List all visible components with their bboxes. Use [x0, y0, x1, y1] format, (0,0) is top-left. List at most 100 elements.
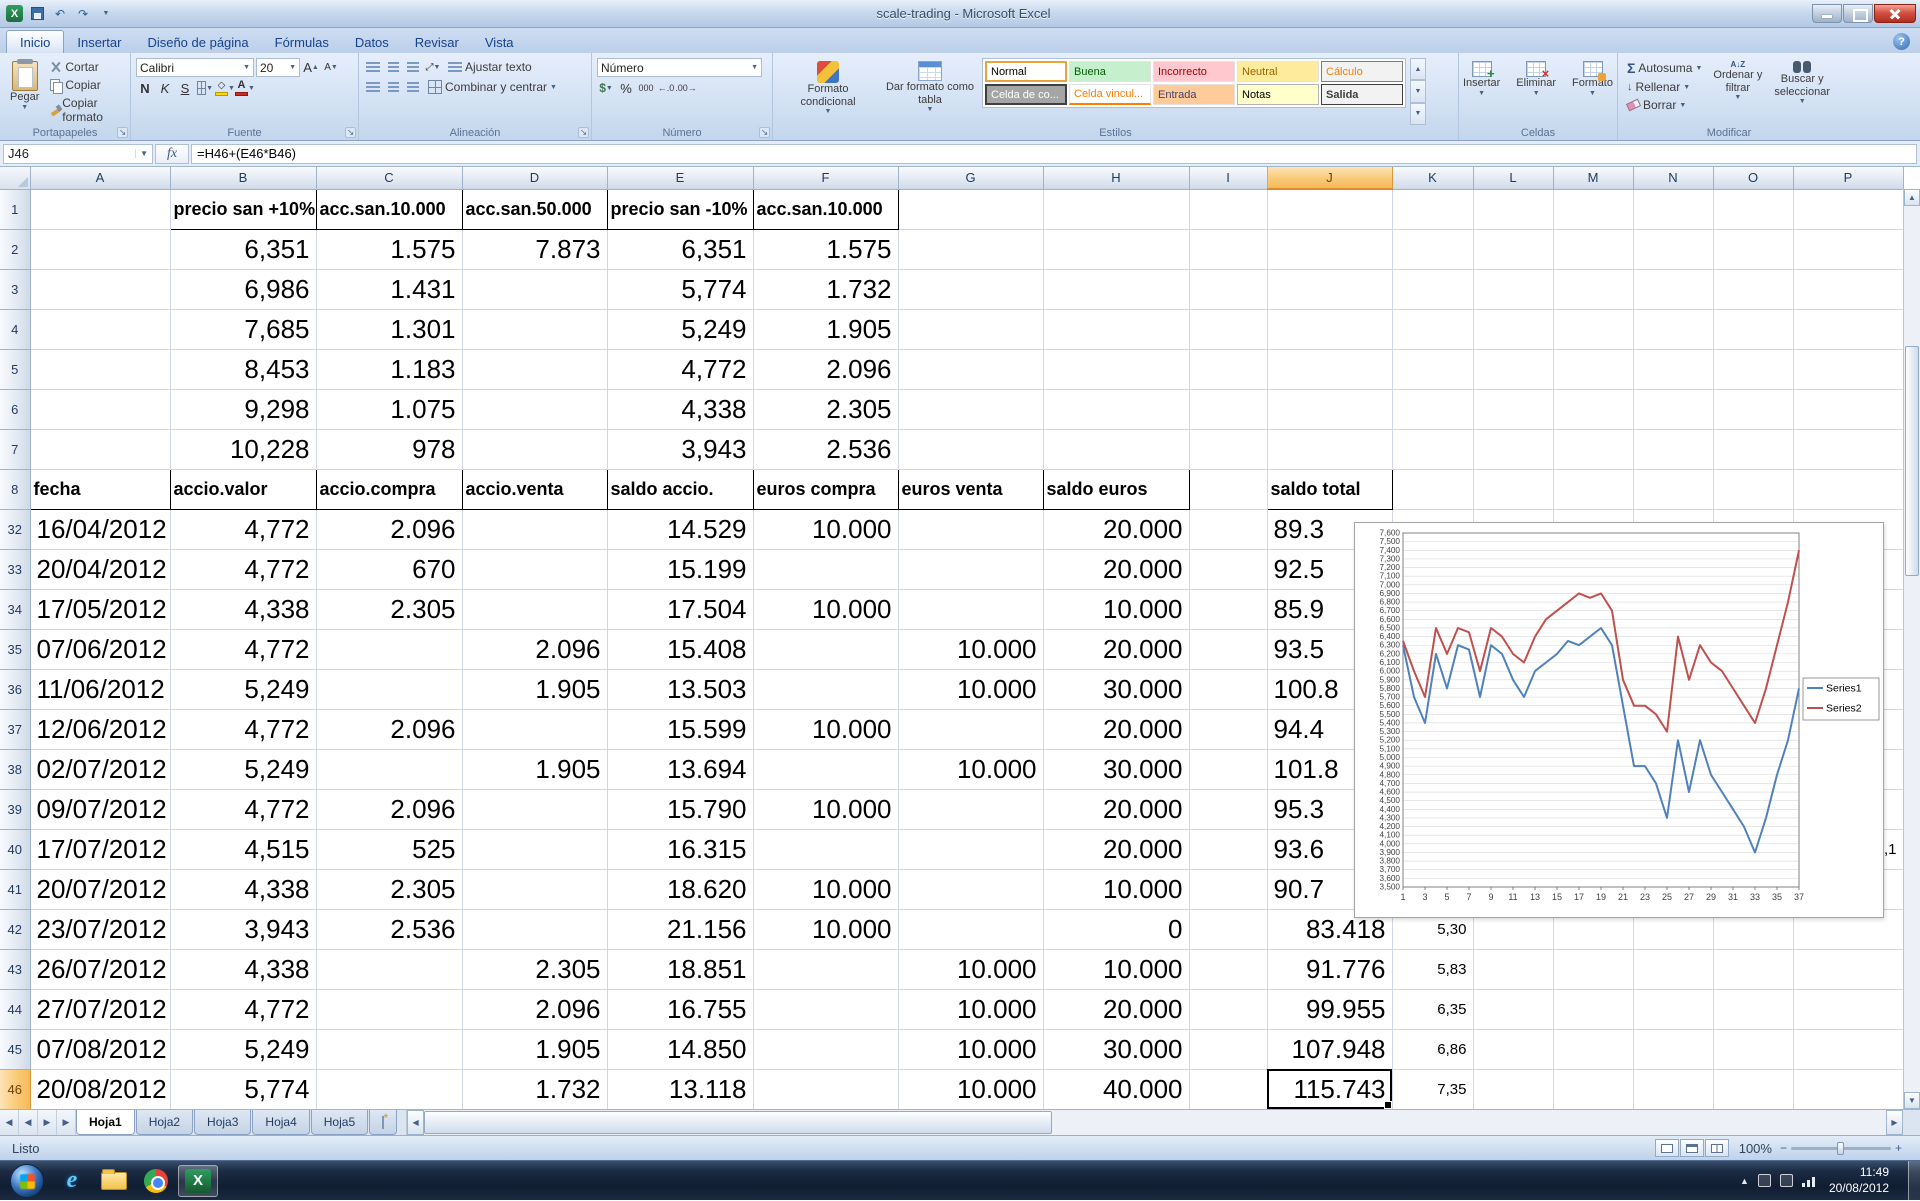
delete-cells-button[interactable]: Eliminar▼: [1511, 58, 1561, 101]
cell-E45[interactable]: 14.850: [607, 1029, 753, 1069]
cell-C5[interactable]: 1.183: [316, 349, 462, 389]
cell-F33[interactable]: [753, 549, 898, 589]
cell-F7[interactable]: 2.536: [753, 429, 898, 469]
cell-M7[interactable]: [1553, 429, 1633, 469]
cell-C6[interactable]: 1.075: [316, 389, 462, 429]
cell-H45[interactable]: 30.000: [1043, 1029, 1189, 1069]
cell-F4[interactable]: 1.905: [753, 309, 898, 349]
cell-H41[interactable]: 10.000: [1043, 869, 1189, 909]
cell-M3[interactable]: [1553, 269, 1633, 309]
cell-I34[interactable]: [1189, 589, 1267, 629]
cell-A43[interactable]: 26/07/2012: [30, 949, 170, 989]
style-buena[interactable]: Buena: [1069, 61, 1151, 82]
row-header-7[interactable]: 7: [0, 429, 30, 469]
row-header-8[interactable]: 8: [0, 469, 30, 509]
format-painter-button[interactable]: Copiar formato: [46, 94, 125, 126]
alineacion-dialog-launcher[interactable]: ↘: [578, 127, 589, 138]
cell-A34[interactable]: 17/05/2012: [30, 589, 170, 629]
cell-K43[interactable]: 5,83: [1392, 949, 1473, 989]
cell-C46[interactable]: [316, 1069, 462, 1109]
first-sheet-icon[interactable]: ◀: [0, 1110, 19, 1135]
row-header-42[interactable]: 42: [0, 909, 30, 949]
cell-D2[interactable]: 7.873: [462, 229, 607, 269]
column-header-J[interactable]: J: [1267, 167, 1392, 189]
cell-L5[interactable]: [1473, 349, 1553, 389]
cell-C38[interactable]: [316, 749, 462, 789]
close-button[interactable]: [1874, 4, 1916, 23]
cell-D33[interactable]: [462, 549, 607, 589]
cell-E37[interactable]: 15.599: [607, 709, 753, 749]
page-break-view-button[interactable]: [1705, 1139, 1729, 1157]
cell-M6[interactable]: [1553, 389, 1633, 429]
cell-N43[interactable]: [1633, 949, 1713, 989]
cell-J3[interactable]: [1267, 269, 1392, 309]
cell-P45[interactable]: [1793, 1029, 1903, 1069]
cell-N8[interactable]: [1633, 469, 1713, 509]
cell-C33[interactable]: 670: [316, 549, 462, 589]
cell-B6[interactable]: 9,298: [170, 389, 316, 429]
cell-G8[interactable]: euros venta: [898, 469, 1043, 509]
style-calculo[interactable]: Cálculo: [1321, 61, 1403, 82]
cell-M4[interactable]: [1553, 309, 1633, 349]
cell-P3[interactable]: [1793, 269, 1903, 309]
cell-F46[interactable]: [753, 1069, 898, 1109]
column-header-A[interactable]: A: [30, 167, 170, 189]
horizontal-scroll-thumb[interactable]: [424, 1111, 1052, 1134]
tab-vista[interactable]: Vista: [472, 31, 527, 53]
tab-formulas[interactable]: Fórmulas: [262, 31, 342, 53]
clear-button[interactable]: Borrar▼: [1623, 96, 1706, 114]
cell-C39[interactable]: 2.096: [316, 789, 462, 829]
horizontal-scrollbar[interactable]: ◀ ▶: [406, 1110, 1903, 1135]
help-icon[interactable]: ?: [1893, 33, 1910, 50]
cell-C40[interactable]: 525: [316, 829, 462, 869]
cell-A3[interactable]: [30, 269, 170, 309]
cell-N3[interactable]: [1633, 269, 1713, 309]
cell-M46[interactable]: [1553, 1069, 1633, 1109]
cell-H42[interactable]: 0: [1043, 909, 1189, 949]
cell-A8[interactable]: fecha: [30, 469, 170, 509]
cell-O3[interactable]: [1713, 269, 1793, 309]
cell-F32[interactable]: 10.000: [753, 509, 898, 549]
cell-E41[interactable]: 18.620: [607, 869, 753, 909]
zoom-in-icon[interactable]: +: [1895, 1141, 1902, 1155]
cell-I7[interactable]: [1189, 429, 1267, 469]
normal-view-button[interactable]: [1655, 1139, 1679, 1157]
conditional-formatting-button[interactable]: Formato condicional ▼: [778, 58, 878, 119]
cell-O2[interactable]: [1713, 229, 1793, 269]
autosum-button[interactable]: ΣAutosuma▼: [1623, 58, 1706, 78]
cell-J2[interactable]: [1267, 229, 1392, 269]
cell-B5[interactable]: 8,453: [170, 349, 316, 389]
cell-C1[interactable]: acc.san.10.000: [316, 189, 462, 229]
cell-N44[interactable]: [1633, 989, 1713, 1029]
minimize-button[interactable]: [1812, 4, 1842, 23]
cell-A37[interactable]: 12/06/2012: [30, 709, 170, 749]
select-all-corner[interactable]: [0, 167, 30, 189]
row-header-40[interactable]: 40: [0, 829, 30, 869]
row-header-33[interactable]: 33: [0, 549, 30, 589]
insert-cells-button[interactable]: Insertar▼: [1458, 58, 1505, 101]
cell-B36[interactable]: 5,249: [170, 669, 316, 709]
cell-N6[interactable]: [1633, 389, 1713, 429]
column-header-C[interactable]: C: [316, 167, 462, 189]
cell-D40[interactable]: [462, 829, 607, 869]
taskbar-chrome-icon[interactable]: [136, 1165, 176, 1197]
row-header-2[interactable]: 2: [0, 229, 30, 269]
sheet-tab-hoja4[interactable]: Hoja4: [252, 1110, 309, 1135]
cell-A44[interactable]: 27/07/2012: [30, 989, 170, 1029]
style-normal[interactable]: Normal: [985, 61, 1067, 82]
cell-D35[interactable]: 2.096: [462, 629, 607, 669]
taskbar-excel-icon[interactable]: X: [178, 1165, 218, 1197]
row-header-34[interactable]: 34: [0, 589, 30, 629]
cell-H36[interactable]: 30.000: [1043, 669, 1189, 709]
row-header-44[interactable]: 44: [0, 989, 30, 1029]
cell-E6[interactable]: 4,338: [607, 389, 753, 429]
show-desktop-button[interactable]: [1908, 1161, 1920, 1201]
cell-D5[interactable]: [462, 349, 607, 389]
cell-H1[interactable]: [1043, 189, 1189, 229]
cell-B4[interactable]: 7,685: [170, 309, 316, 349]
cell-I39[interactable]: [1189, 789, 1267, 829]
cell-E8[interactable]: saldo accio.: [607, 469, 753, 509]
cell-H3[interactable]: [1043, 269, 1189, 309]
cell-E34[interactable]: 17.504: [607, 589, 753, 629]
sheet-tab-hoja1[interactable]: Hoja1: [76, 1110, 135, 1135]
